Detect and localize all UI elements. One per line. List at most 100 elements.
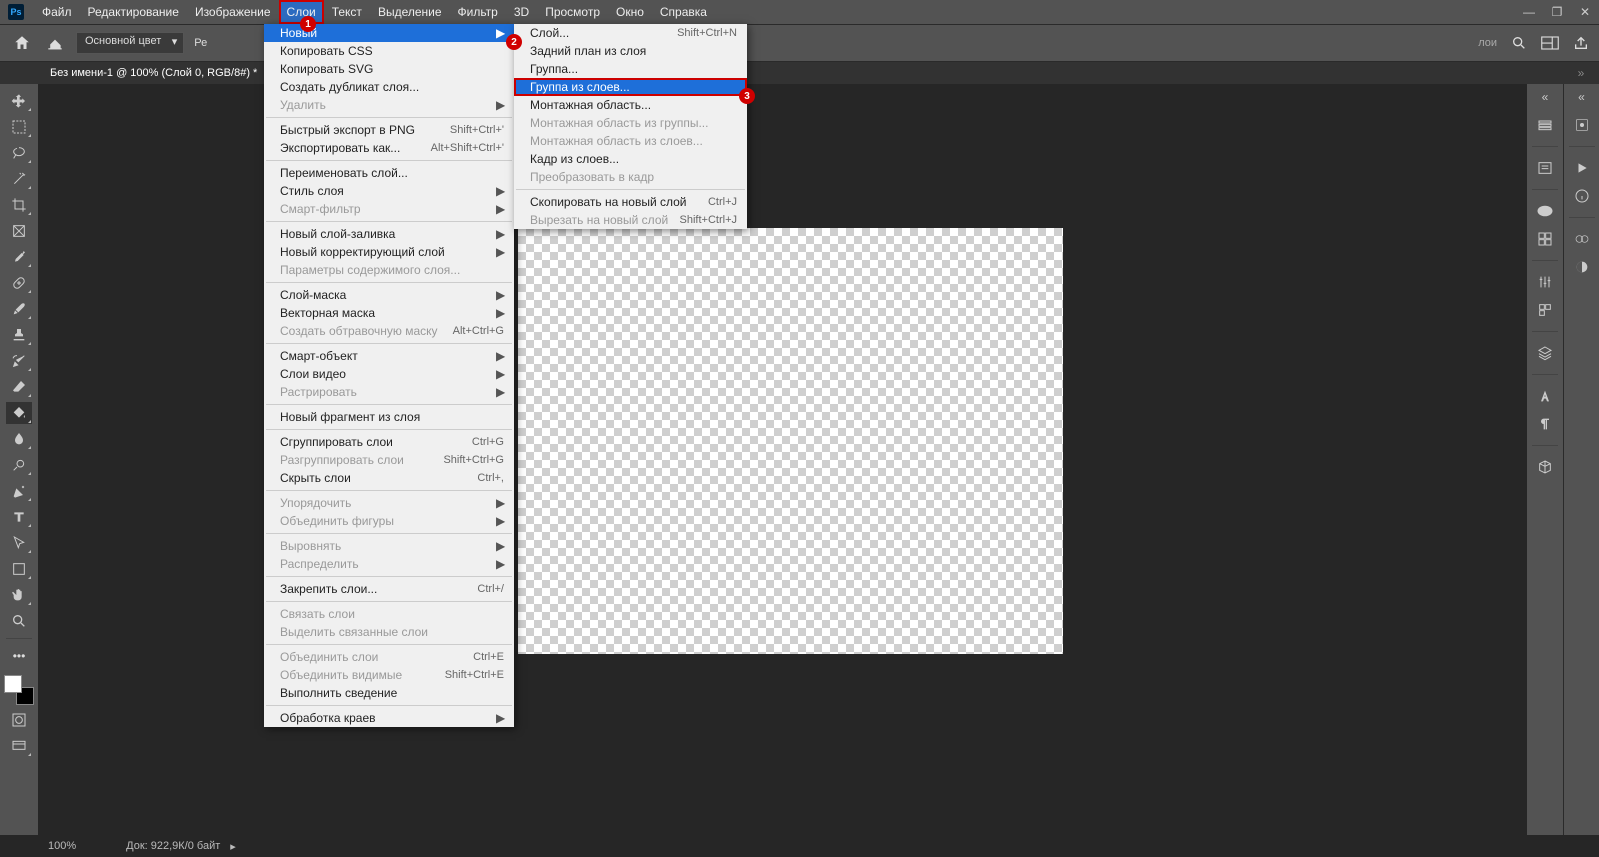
new-submenu-item-7[interactable]: Кадр из слоев...	[514, 150, 747, 168]
layers-menu-item-13[interactable]: Новый слой-заливка▶	[264, 225, 514, 243]
layers-menu-item-18[interactable]: Векторная маска▶	[264, 304, 514, 322]
3d-panel-icon[interactable]	[1532, 456, 1558, 478]
history-panel-icon[interactable]	[1532, 114, 1558, 136]
new-submenu-item-10[interactable]: Скопировать на новый слойCtrl+J	[514, 193, 747, 211]
layers-menu-item-25[interactable]: Новый фрагмент из слоя	[264, 408, 514, 426]
new-submenu-item-1[interactable]: Задний план из слоя	[514, 42, 747, 60]
quickmask-icon[interactable]	[6, 709, 32, 731]
maximize-button[interactable]: ❐	[1543, 0, 1571, 24]
zoom-tool-icon[interactable]	[6, 610, 32, 632]
type-tool-icon[interactable]	[6, 506, 32, 528]
play-panel-icon[interactable]	[1569, 157, 1595, 179]
fill-tool-icon[interactable]	[44, 33, 66, 53]
lasso-tool-icon[interactable]	[6, 142, 32, 164]
menu-файл[interactable]: Файл	[34, 0, 80, 24]
properties-panel-icon[interactable]	[1532, 157, 1558, 179]
layers-menu-item-22[interactable]: Слои видео▶	[264, 365, 514, 383]
eyedropper-tool-icon[interactable]	[6, 246, 32, 268]
edit-toolbar-icon[interactable]: •••	[6, 645, 32, 667]
close-button[interactable]: ✕	[1571, 0, 1599, 24]
brush-tool-icon[interactable]	[6, 298, 32, 320]
zoom-level[interactable]: 100%	[48, 840, 76, 852]
character-panel-icon[interactable]	[1532, 385, 1558, 407]
new-submenu-dropdown: Слой...Shift+Ctrl+NЗадний план из слояГр…	[514, 24, 747, 229]
layers-menu-item-44[interactable]: Выполнить сведение	[264, 684, 514, 702]
share-icon[interactable]	[1573, 35, 1589, 51]
swatches-panel-icon[interactable]	[1532, 228, 1558, 250]
foreground-color-swatch[interactable]	[4, 675, 22, 693]
layers-menu-item-46[interactable]: Обработка краев▶	[264, 709, 514, 727]
move-tool-icon[interactable]	[6, 90, 32, 112]
dodge-tool-icon[interactable]	[6, 454, 32, 476]
circle-panel-icon[interactable]	[1569, 256, 1595, 278]
menu-изображение[interactable]: Изображение	[187, 0, 279, 24]
menu-окно[interactable]: Окно	[608, 0, 652, 24]
fill-dropdown[interactable]: Основной цвет ▾	[76, 32, 184, 54]
layers-menu-item-1[interactable]: Копировать CSS	[264, 42, 514, 60]
new-submenu-item-4[interactable]: Монтажная область...	[514, 96, 747, 114]
menu-выделение[interactable]: Выделение	[370, 0, 450, 24]
menu-просмотр[interactable]: Просмотр	[537, 0, 608, 24]
layers-menu-item-9[interactable]: Переименовать слой...	[264, 164, 514, 182]
layers-menu-item-label: Слой-маска	[280, 288, 496, 302]
blur-tool-icon[interactable]	[6, 428, 32, 450]
bucket-tool-icon[interactable]	[6, 402, 32, 424]
layers-menu-item-27[interactable]: Сгруппировать слоиCtrl+G	[264, 433, 514, 451]
layers-menu-item-7[interactable]: Экспортировать как...Alt+Shift+Ctrl+'	[264, 139, 514, 157]
layers-menu-item-label: Копировать CSS	[280, 44, 504, 58]
doc-size[interactable]: Док: 922,9К/0 байт	[126, 840, 220, 852]
layers-menu-item-10[interactable]: Стиль слоя▶	[264, 182, 514, 200]
layers-menu-item-21[interactable]: Смарт-объект▶	[264, 347, 514, 365]
minimize-button[interactable]: —	[1515, 0, 1543, 24]
menu-редактирование[interactable]: Редактирование	[80, 0, 187, 24]
stamp-tool-icon[interactable]	[6, 324, 32, 346]
layers-panel-icon[interactable]	[1532, 342, 1558, 364]
panel-collapse-icon[interactable]: «	[1532, 86, 1558, 108]
adjustments-panel-icon[interactable]	[1532, 271, 1558, 293]
shape-tool-icon[interactable]	[6, 558, 32, 580]
color-swatches[interactable]	[4, 675, 34, 705]
workspace-icon[interactable]	[1541, 36, 1559, 50]
crop-tool-icon[interactable]	[6, 194, 32, 216]
history-brush-tool-icon[interactable]	[6, 350, 32, 372]
hand-tool-icon[interactable]	[6, 584, 32, 606]
cc-panel-icon[interactable]	[1569, 228, 1595, 250]
new-submenu-item-0[interactable]: Слой...Shift+Ctrl+N	[514, 24, 747, 42]
pen-tool-icon[interactable]	[6, 480, 32, 502]
layers-menu-item-label: Сгруппировать слои	[280, 435, 472, 449]
home-button[interactable]	[10, 31, 34, 55]
eraser-tool-icon[interactable]	[6, 376, 32, 398]
screenmode-icon[interactable]	[6, 735, 32, 757]
layers-menu-item-17[interactable]: Слой-маска▶	[264, 286, 514, 304]
paragraph-panel-icon[interactable]	[1532, 413, 1558, 435]
new-submenu-item-2[interactable]: Группа...	[514, 60, 747, 78]
info-panel-icon[interactable]	[1569, 185, 1595, 207]
styles-panel-icon[interactable]	[1532, 299, 1558, 321]
path-select-tool-icon[interactable]	[6, 532, 32, 554]
layers-menu-item-19: Создать обтравочную маскуAlt+Ctrl+G	[264, 322, 514, 340]
healing-tool-icon[interactable]	[6, 272, 32, 294]
search-icon[interactable]	[1511, 35, 1527, 51]
layers-menu-item-label: Обработка краев	[280, 711, 496, 725]
document-tab[interactable]: Без имени-1 @ 100% (Слой 0, RGB/8#) * ×	[36, 62, 289, 84]
frame-tool-icon[interactable]	[6, 220, 32, 242]
menu-справка[interactable]: Справка	[652, 0, 715, 24]
layers-menu-item-29[interactable]: Скрыть слоиCtrl+,	[264, 469, 514, 487]
marquee-tool-icon[interactable]	[6, 116, 32, 138]
new-submenu-item-3[interactable]: Группа из слоев...	[514, 78, 747, 96]
wand-tool-icon[interactable]	[6, 168, 32, 190]
layers-menu-item-3[interactable]: Создать дубликат слоя...	[264, 78, 514, 96]
color-panel-icon[interactable]	[1532, 200, 1558, 222]
layers-menu-item-2[interactable]: Копировать SVG	[264, 60, 514, 78]
doctab-menu-icon[interactable]: »	[1563, 66, 1599, 80]
layers-menu-item-14[interactable]: Новый корректирующий слой▶	[264, 243, 514, 261]
menu-фильтр[interactable]: Фильтр	[450, 0, 506, 24]
brushes-panel-icon[interactable]	[1569, 114, 1595, 136]
layers-menu-item-37[interactable]: Закрепить слои...Ctrl+/	[264, 580, 514, 598]
panel2-collapse-icon[interactable]: «	[1569, 86, 1595, 108]
document-canvas[interactable]	[518, 228, 1063, 654]
layers-menu-item-6[interactable]: Быстрый экспорт в PNGShift+Ctrl+'	[264, 121, 514, 139]
menu-текст[interactable]: Текст	[324, 0, 370, 24]
layers-menu-separator	[266, 644, 512, 645]
menu-3d[interactable]: 3D	[506, 0, 537, 24]
